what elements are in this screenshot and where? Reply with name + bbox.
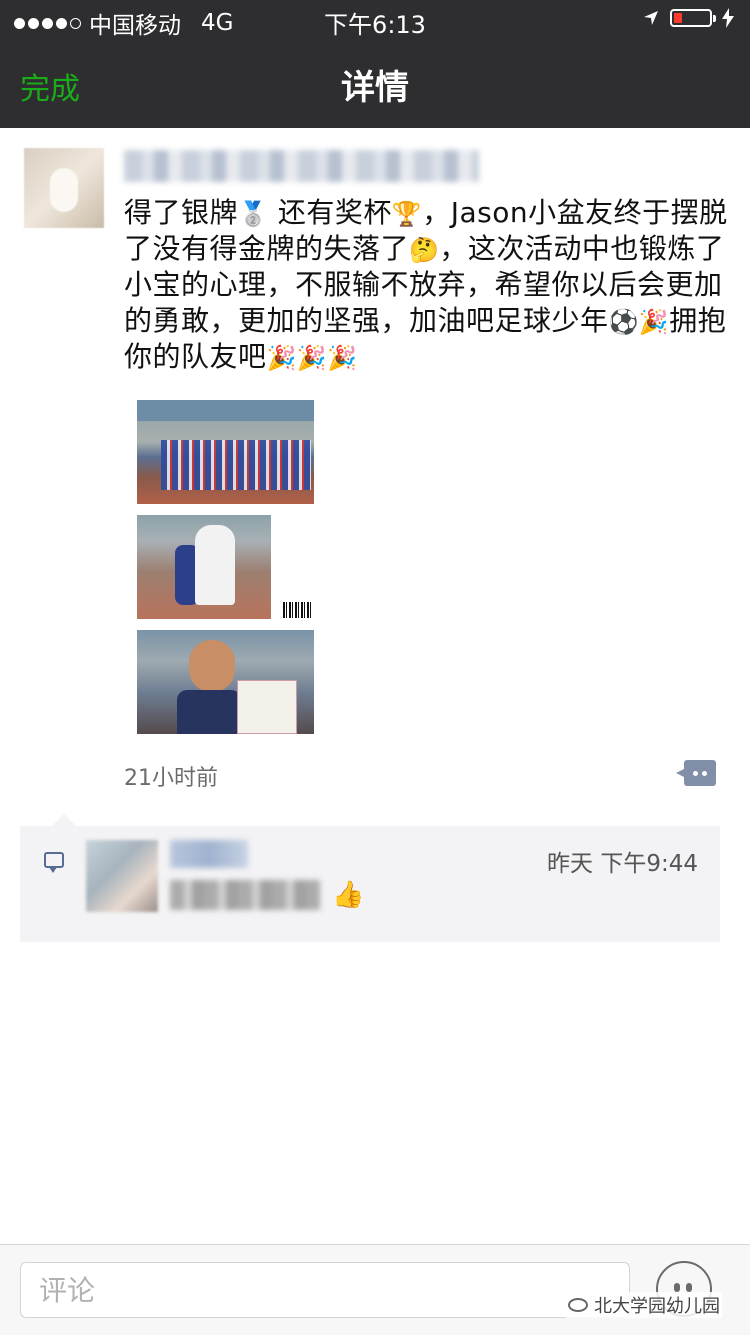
comment-section: 👍 昨天 下午9:44 bbox=[20, 814, 720, 942]
post-time: 21小时前 bbox=[124, 766, 218, 791]
charging-bolt-icon bbox=[722, 8, 734, 28]
status-right bbox=[642, 8, 734, 28]
comment-text-blurred bbox=[170, 880, 320, 910]
photo-coach-and-boy[interactable] bbox=[137, 515, 271, 619]
photo-team-group[interactable] bbox=[137, 400, 314, 504]
top-bar: 中国移动 4G 下午6:13 完成 详情 bbox=[0, 0, 750, 128]
party-popper-icon: 🎉 bbox=[296, 344, 328, 372]
nav-bar: 完成 详情 bbox=[0, 40, 750, 128]
comment-input[interactable] bbox=[20, 1262, 630, 1318]
poster-name-blurred[interactable] bbox=[124, 150, 479, 182]
poster-avatar[interactable] bbox=[24, 148, 104, 228]
thumbs-up-icon: 👍 bbox=[332, 880, 365, 910]
battery-icon bbox=[670, 9, 716, 27]
party-popper-icon: 🎉 bbox=[327, 344, 358, 372]
trophy-icon: 🏆 bbox=[391, 200, 423, 228]
party-popper-icon: 🎉 bbox=[638, 308, 670, 336]
silver-medal-icon: 🥈 bbox=[238, 200, 269, 228]
watermark-text: 北大学园幼儿园 bbox=[594, 1296, 720, 1317]
post-text-part: 还有奖杯 bbox=[277, 196, 392, 229]
comment-input-bar bbox=[0, 1244, 750, 1335]
status-time: 下午6:13 bbox=[324, 11, 426, 39]
post-text-part: 得了银牌 bbox=[124, 196, 239, 229]
wechat-logo-icon bbox=[568, 1298, 588, 1312]
post-text: 得了银牌🥈 还有奖杯🏆，Jason小盆友终于摆脱了没有得金牌的失落了🤔，这次活动… bbox=[124, 195, 736, 375]
commenter-avatar[interactable] bbox=[86, 840, 158, 912]
page-title: 详情 bbox=[341, 68, 409, 108]
commenter-name-blurred[interactable] bbox=[170, 840, 248, 868]
party-popper-icon: 🎉 bbox=[266, 344, 297, 372]
comment-icon bbox=[44, 852, 64, 873]
photo-boy-with-certificate[interactable] bbox=[137, 630, 314, 734]
thinking-face-icon: 🤔 bbox=[409, 236, 440, 264]
location-arrow-icon bbox=[644, 11, 658, 25]
status-bar: 中国移动 4G 下午6:13 bbox=[0, 0, 750, 40]
barcode-icon bbox=[283, 602, 313, 618]
watermark: 北大学园幼儿园 bbox=[566, 1292, 722, 1318]
more-actions-button[interactable] bbox=[676, 760, 716, 786]
comment-time: 昨天 下午9:44 bbox=[547, 851, 698, 877]
soccer-ball-icon: ⚽ bbox=[608, 308, 639, 336]
